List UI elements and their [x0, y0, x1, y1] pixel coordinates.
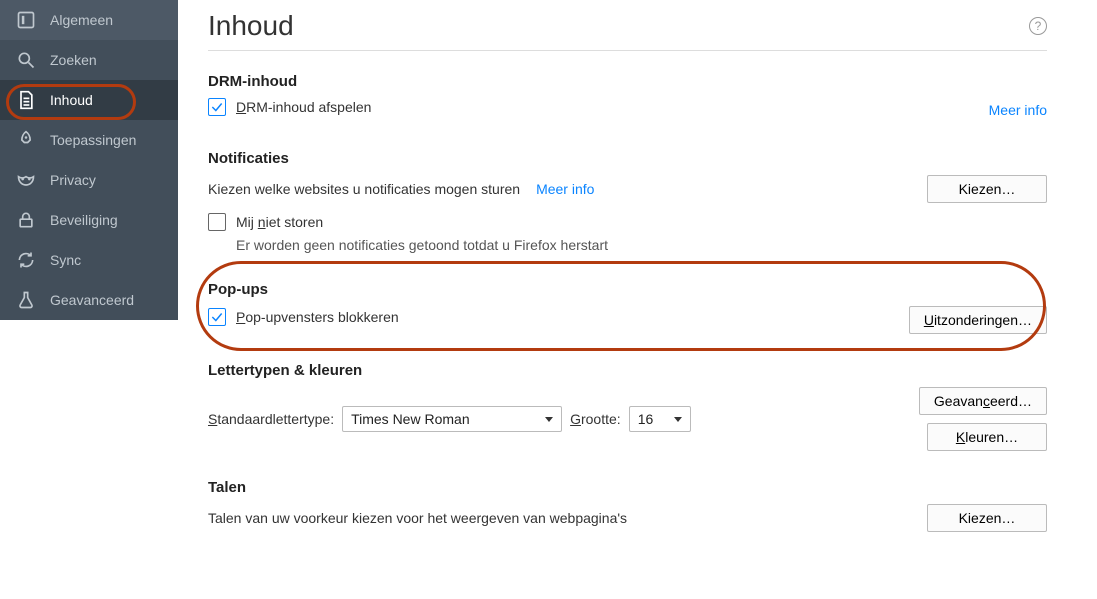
section-title-notifications: Notificaties: [208, 150, 1047, 167]
sidebar-item-general[interactable]: Algemeen: [0, 0, 178, 40]
chevron-down-icon: [545, 417, 553, 422]
sidebar-item-privacy[interactable]: Privacy: [0, 160, 178, 200]
sync-icon: [16, 250, 36, 270]
dnd-note: Er worden geen notificaties getoond totd…: [236, 237, 1047, 253]
block-popups-checkbox[interactable]: [208, 308, 226, 326]
font-select[interactable]: Times New Roman: [342, 406, 562, 432]
sidebar-item-label: Sync: [50, 252, 81, 268]
std-font-label: Standaardlettertype:: [208, 411, 334, 427]
sidebar-item-content[interactable]: Inhoud: [0, 80, 178, 120]
section-drm: DRM-inhoud DRM-inhoud afspelen Meer info: [208, 73, 1047, 122]
section-popups: Pop-ups Pop-upvensters blokkeren Uitzond…: [208, 281, 1047, 334]
sidebar-item-applications[interactable]: Toepassingen: [0, 120, 178, 160]
drm-more-info-link[interactable]: Meer info: [989, 102, 1047, 118]
dnd-label: Mij niet storen: [236, 214, 323, 230]
notifications-desc: Kiezen welke websites u notificaties mog…: [208, 181, 520, 197]
languages-choose-button[interactable]: Kiezen…: [927, 504, 1047, 532]
sidebar: Algemeen Zoeken Inhoud Toepassingen Priv…: [0, 0, 178, 320]
languages-desc: Talen van uw voorkeur kiezen voor het we…: [208, 510, 627, 526]
block-popups-label: Pop-upvensters blokkeren: [236, 309, 399, 325]
search-icon: [16, 50, 36, 70]
font-size-select[interactable]: 16: [629, 406, 691, 432]
sidebar-item-label: Inhoud: [50, 92, 93, 108]
section-title-drm: DRM-inhoud: [208, 73, 1047, 90]
fonts-advanced-button[interactable]: Geavanceerd…: [919, 387, 1047, 415]
help-icon[interactable]: ?: [1029, 17, 1047, 35]
section-title-popups: Pop-ups: [208, 281, 1047, 298]
sidebar-item-sync[interactable]: Sync: [0, 240, 178, 280]
flask-icon: [16, 290, 36, 310]
section-title-languages: Talen: [208, 479, 1047, 496]
content-pane: Inhoud ? DRM-inhoud DRM-inhoud afspelen …: [178, 0, 1097, 599]
notifications-more-info-link[interactable]: Meer info: [536, 181, 594, 197]
colors-button[interactable]: Kleuren…: [927, 423, 1047, 451]
section-notifications: Notificaties Kiezen welke websites u not…: [208, 150, 1047, 253]
popups-exceptions-button[interactable]: Uitzonderingen…: [909, 306, 1047, 334]
chevron-down-icon: [674, 417, 682, 422]
sidebar-item-label: Geavanceerd: [50, 292, 134, 308]
sidebar-item-label: Algemeen: [50, 12, 113, 28]
sidebar-item-label: Privacy: [50, 172, 96, 188]
divider: [208, 50, 1047, 51]
sidebar-item-label: Toepassingen: [50, 132, 136, 148]
check-icon: [210, 100, 224, 114]
dnd-checkbox[interactable]: [208, 213, 226, 231]
general-icon: [16, 10, 36, 30]
rocket-icon: [16, 130, 36, 150]
mask-icon: [16, 170, 36, 190]
sidebar-item-security[interactable]: Beveiliging: [0, 200, 178, 240]
section-title-fonts: Lettertypen & kleuren: [208, 362, 1047, 379]
sidebar-item-label: Beveiliging: [50, 212, 118, 228]
notifications-choose-button[interactable]: Kiezen…: [927, 175, 1047, 203]
font-size-label: Grootte:: [570, 411, 621, 427]
page-title: Inhoud: [208, 10, 294, 42]
drm-play-checkbox[interactable]: [208, 98, 226, 116]
font-select-value: Times New Roman: [351, 411, 470, 427]
section-languages: Talen Talen van uw voorkeur kiezen voor …: [208, 479, 1047, 532]
lock-icon: [16, 210, 36, 230]
sidebar-item-advanced[interactable]: Geavanceerd: [0, 280, 178, 320]
check-icon: [210, 310, 224, 324]
section-fonts: Lettertypen & kleuren Standaardlettertyp…: [208, 362, 1047, 451]
sidebar-item-label: Zoeken: [50, 52, 97, 68]
document-icon: [16, 90, 36, 110]
font-size-value: 16: [638, 411, 654, 427]
drm-play-label: DRM-inhoud afspelen: [236, 99, 371, 115]
sidebar-item-search[interactable]: Zoeken: [0, 40, 178, 80]
